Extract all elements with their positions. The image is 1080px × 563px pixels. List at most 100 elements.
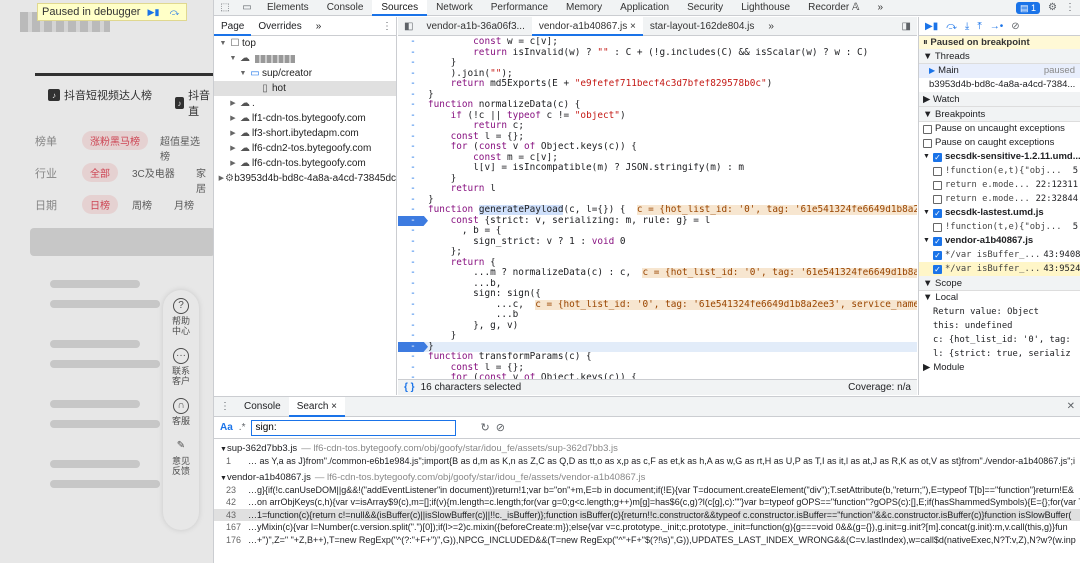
step-out-icon[interactable]: ⤒	[977, 21, 981, 32]
scope-variable[interactable]: l: {strict: true, serializ	[919, 347, 1080, 361]
breakpoint-item[interactable]: ✓ */var isBuffer_... 43:9524	[919, 262, 1080, 276]
checkbox[interactable]	[933, 222, 942, 232]
code-line[interactable]: -}	[398, 341, 917, 352]
collapse-arrow-icon[interactable]: ▼	[923, 150, 930, 164]
more-options-icon[interactable]: ⋮	[382, 21, 396, 32]
code-line[interactable]: - function normalizeData(c) {	[398, 99, 917, 111]
code-line[interactable]: - const {strict: v, serializing: m, rule…	[398, 215, 917, 226]
breakpoint-file-group[interactable]: ▼ ✓ secsdk-sensitive-1.2.11.umd....	[919, 150, 1080, 164]
tab-recorder[interactable]: Recorder 𝔸	[799, 0, 868, 16]
toggle-navigator-icon[interactable]: ◧	[398, 21, 419, 32]
search-result-line[interactable]: 43 …1=function(c){return c!=null&&(isBuff…	[214, 508, 1080, 521]
search-result-line[interactable]: 23 …g}{if(!c.canUseDOM||g&&!("addEventLis…	[214, 484, 1080, 497]
line-gutter[interactable]: -	[398, 162, 428, 174]
scope-local-header[interactable]: ▼ Local	[919, 291, 1080, 305]
expand-arrow-icon[interactable]: ▼	[220, 446, 227, 453]
line-gutter[interactable]: -	[398, 351, 428, 363]
expand-arrow-icon[interactable]: ▶	[228, 111, 238, 126]
checkbox[interactable]: ✓	[932, 152, 942, 162]
code-line[interactable]: - function generatePayload(c, l={}) { c =…	[398, 204, 917, 216]
collapse-arrow-icon[interactable]: ▼	[923, 234, 930, 248]
inspect-element-icon[interactable]: ⬚	[214, 2, 236, 13]
drawer-tab-search[interactable]: Search ×	[288, 396, 346, 417]
code-line[interactable]: - ...b	[398, 309, 917, 321]
thread-main[interactable]: ▶ Main paused	[919, 64, 1080, 78]
tab-network[interactable]: Network	[427, 0, 482, 16]
scope-module-header[interactable]: ▶ Module	[919, 361, 1080, 375]
line-gutter[interactable]: -	[398, 309, 428, 321]
line-gutter[interactable]: -	[398, 183, 428, 195]
more-tabs-button[interactable]: »	[868, 0, 892, 16]
checkbox[interactable]: ✓	[932, 208, 942, 218]
tab-lighthouse[interactable]: Lighthouse	[732, 0, 799, 16]
scope-section-header[interactable]: ▼ Scope	[919, 276, 1080, 291]
code-line[interactable]: - return isInvalid(w) ? "" : C + (!g.inc…	[398, 47, 917, 59]
close-drawer-icon[interactable]: ✕	[1067, 401, 1080, 412]
code-line[interactable]: - }	[398, 57, 917, 69]
help-center-button[interactable]: ? 帮助中心	[171, 298, 191, 336]
checkbox[interactable]	[933, 194, 942, 204]
resume-icon[interactable]: ▶▮	[145, 5, 161, 19]
code-line[interactable]: - const l = {};	[398, 362, 917, 374]
search-result-line[interactable]: 176 …+")",Z=" "+Z,B++),T=new RegExp("^(?:…	[214, 534, 1080, 547]
match-case-toggle[interactable]: Aa	[220, 422, 233, 433]
service-button[interactable]: ∩ 客服	[171, 398, 191, 426]
checkbox[interactable]: ✓	[932, 236, 942, 246]
code-line[interactable]: - }	[398, 330, 917, 342]
expand-arrow-icon[interactable]: ▼	[218, 36, 228, 51]
line-gutter[interactable]: -	[398, 57, 428, 69]
code-line[interactable]: - function transformParams(c) {	[398, 351, 917, 363]
expand-arrow-icon[interactable]: ▶	[228, 96, 238, 111]
tree-item[interactable]: ▼ ☐ top	[214, 36, 396, 51]
search-result-file[interactable]: ▼sup-362d7bb3.js — lf6-cdn-tos.bytegoofy.…	[214, 442, 1080, 455]
pause-caught-toggle[interactable]: Pause on caught exceptions	[919, 136, 1080, 150]
scope-variable[interactable]: c: {hot_list_id: '0', tag:	[919, 333, 1080, 347]
expand-arrow-icon[interactable]: ▼	[238, 66, 248, 81]
line-gutter[interactable]: -	[398, 99, 428, 111]
checkbox[interactable]: ✓	[933, 250, 942, 260]
code-line[interactable]: - const l = {};	[398, 131, 917, 143]
search-result-line[interactable]: 167 …yMixin(c){var l=Number(c.version.spl…	[214, 521, 1080, 534]
breakpoint-file-group[interactable]: ▼ ✓ vendor-a1b40867.js	[919, 234, 1080, 248]
code-line[interactable]: - return c;	[398, 120, 917, 132]
page-tab-1[interactable]: ♪ 抖音直	[175, 87, 213, 119]
expand-arrow-icon[interactable]: ▶	[228, 141, 238, 156]
line-gutter[interactable]: -	[398, 330, 428, 342]
filter-chip[interactable]: 涨粉黑马榜	[82, 131, 148, 150]
line-gutter[interactable]: -	[398, 267, 428, 279]
expand-arrow-icon[interactable]: ▼	[228, 51, 238, 66]
tab-console[interactable]: Console	[318, 0, 373, 16]
scope-variable[interactable]: this: undefined	[919, 319, 1080, 333]
breakpoints-section-header[interactable]: ▼ Breakpoints	[919, 107, 1080, 122]
tree-item[interactable]: ▼ ▭ sup/creator	[214, 66, 396, 81]
code-line[interactable]: - sign_strict: v ? 1 : void 0	[398, 236, 917, 248]
code-line[interactable]: - l[v] = isIncompatible(m) ? JSON.string…	[398, 162, 917, 174]
editor-tab[interactable]: vendor-a1b-36a06f3...	[419, 17, 531, 36]
checkbox[interactable]	[933, 166, 942, 176]
regex-toggle[interactable]: .*	[239, 422, 246, 433]
code-line[interactable]: - const w = c[v];	[398, 37, 917, 48]
code-line[interactable]: - ...m ? normalizeData(c) : c, c = {hot_…	[398, 267, 917, 279]
breakpoint-item[interactable]: return e.mode... 22:12311	[919, 178, 1080, 192]
code-line[interactable]: - for (const v of Object.keys(c)) {	[398, 141, 917, 153]
expand-arrow-icon[interactable]: ▶	[218, 171, 225, 186]
breakpoint-item[interactable]: !function(t,e){"obj... 5	[919, 220, 1080, 234]
code-area[interactable]: - const w = c[v]; - return isInvalid(w) ?…	[398, 37, 917, 379]
watch-section-header[interactable]: ▶ Watch	[919, 92, 1080, 107]
search-input[interactable]	[251, 419, 457, 436]
issues-badge[interactable]: ▤ 1	[1015, 1, 1041, 14]
step-over-icon[interactable]: ⤼	[166, 5, 182, 19]
more-editor-tabs[interactable]: »	[761, 17, 781, 36]
code-line[interactable]: - sign: sign({	[398, 288, 917, 300]
tree-item[interactable]: ▶ ☁ lf1-cdn-tos.bytegoofy.com	[214, 111, 396, 126]
expand-arrow-icon[interactable]: ▶	[228, 156, 238, 171]
tab-page[interactable]: Page	[214, 17, 252, 36]
device-toolbar-icon[interactable]: ▭	[236, 2, 258, 13]
tab-elements[interactable]: Elements	[258, 0, 318, 16]
tree-item[interactable]: ▶ ☁ lf3-short.ibytedapm.com	[214, 126, 396, 141]
tree-item[interactable]: ▶ ☁ lf6-cdn2-tos.bytegoofy.com	[214, 141, 396, 156]
code-line[interactable]: - , b = {	[398, 225, 917, 237]
step-over-icon[interactable]: ⤼	[946, 21, 957, 32]
tab-security[interactable]: Security	[678, 0, 732, 16]
feedback-button[interactable]: ✎ 意见反馈	[171, 438, 191, 477]
